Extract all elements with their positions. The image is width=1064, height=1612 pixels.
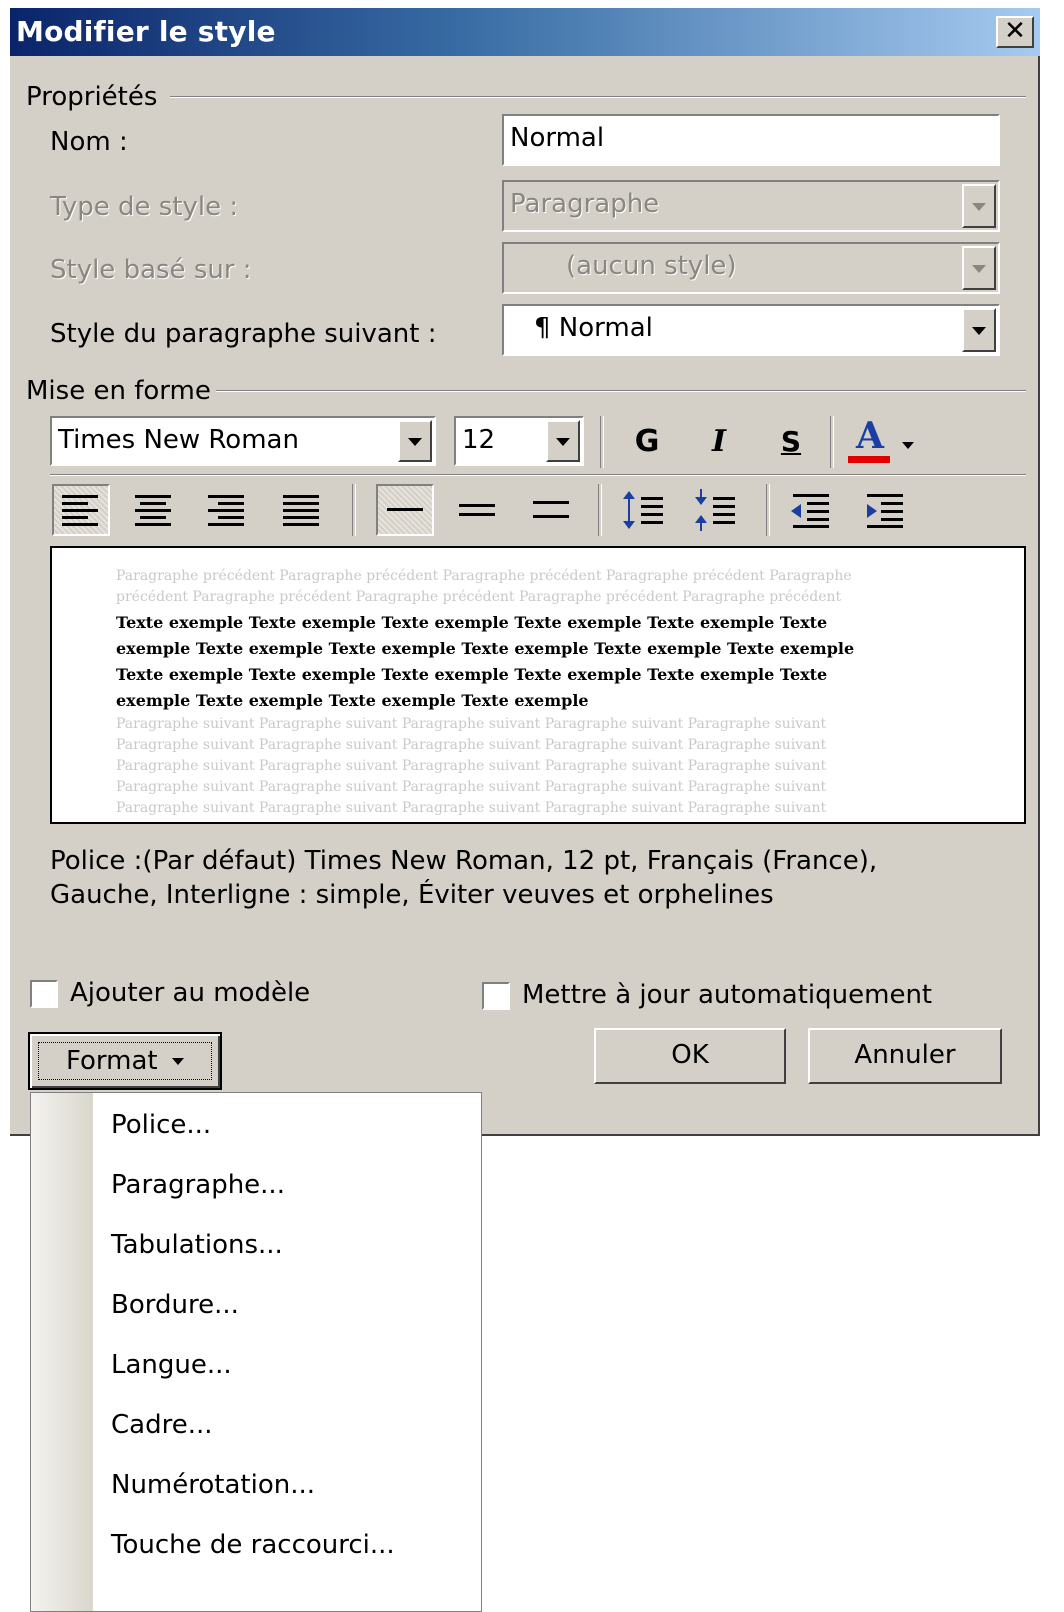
properties-divider xyxy=(170,96,1026,98)
based-on-label: Style basé sur : xyxy=(50,255,252,285)
chevron-down-icon[interactable] xyxy=(962,308,996,352)
single-spacing-button[interactable] xyxy=(376,484,434,536)
format-button-label: Format xyxy=(66,1046,158,1076)
toolbar-separator xyxy=(352,484,356,536)
font-color-icon: A xyxy=(856,415,884,457)
font-name-select[interactable]: Times New Roman xyxy=(50,416,436,466)
toolbar-divider xyxy=(50,474,1026,476)
preview-sample-text: Texte exemple Texte exemple Texte exempl… xyxy=(116,613,855,710)
menu-item-police[interactable]: Police... xyxy=(111,1107,211,1143)
preview-previous-paragraph: Paragraphe précédent Paragraphe précéden… xyxy=(116,568,852,605)
description-line-2: Gauche, Interligne : simple, Éviter veuv… xyxy=(50,880,774,910)
add-to-template-checkbox[interactable] xyxy=(30,980,58,1008)
single-spacing-icon xyxy=(387,508,423,511)
based-on-select[interactable]: (aucun style) xyxy=(502,242,1000,294)
style-type-label: Type de style : xyxy=(50,192,239,222)
style-type-select[interactable]: Paragraphe xyxy=(502,180,1000,232)
based-on-value: (aucun style) xyxy=(566,251,737,281)
justify-button[interactable] xyxy=(272,484,330,536)
chevron-down-icon[interactable] xyxy=(962,184,996,228)
menu-item-numerotation[interactable]: Numérotation... xyxy=(111,1467,315,1503)
align-left-button[interactable] xyxy=(52,484,110,536)
toolbar-separator xyxy=(600,416,604,468)
font-color-swatch xyxy=(848,456,890,463)
next-style-select[interactable]: ¶ Normal xyxy=(502,304,1000,356)
font-color-button[interactable]: A xyxy=(846,416,926,468)
next-style-label: Style du paragraphe suivant : xyxy=(50,319,437,349)
style-preview: Paragraphe précédent Paragraphe précéden… xyxy=(50,546,1026,824)
align-center-icon xyxy=(135,495,171,526)
font-size-select[interactable]: 12 xyxy=(454,416,584,466)
ok-button[interactable]: OK xyxy=(594,1028,786,1084)
decrease-spacing-before-button[interactable] xyxy=(686,484,744,536)
font-name-value: Times New Roman xyxy=(58,425,299,455)
close-button[interactable]: ✕ xyxy=(996,16,1034,48)
chevron-down-icon xyxy=(172,1058,184,1065)
toolbar-separator xyxy=(766,484,770,536)
align-center-button[interactable] xyxy=(124,484,182,536)
one-half-spacing-icon xyxy=(459,504,495,516)
name-input-value: Normal xyxy=(510,123,605,153)
menu-item-touche-raccourci[interactable]: Touche de raccourci... xyxy=(111,1527,395,1563)
menu-item-paragraphe[interactable]: Paragraphe... xyxy=(111,1167,285,1203)
bold-button[interactable]: G xyxy=(618,415,676,467)
style-type-value: Paragraphe xyxy=(510,189,660,219)
formatting-group-label: Mise en forme xyxy=(26,376,211,406)
toolbar-separator xyxy=(830,416,834,468)
chevron-down-icon[interactable] xyxy=(902,442,914,449)
chevron-down-icon[interactable] xyxy=(962,246,996,290)
name-input[interactable]: Normal xyxy=(502,114,1000,166)
name-label: Nom : xyxy=(50,127,128,157)
align-left-icon xyxy=(62,495,98,526)
description-line-1: Police :(Par défaut) Times New Roman, 12… xyxy=(50,846,878,876)
increase-spacing-before-button[interactable] xyxy=(614,484,672,536)
menu-item-bordure[interactable]: Bordure... xyxy=(111,1287,239,1323)
align-right-button[interactable] xyxy=(196,484,254,536)
dialog-title: Modifier le style xyxy=(16,15,276,48)
underline-button[interactable]: S xyxy=(762,415,820,467)
properties-group-label: Propriétés xyxy=(26,82,158,112)
menu-item-langue[interactable]: Langue... xyxy=(111,1347,232,1383)
one-half-spacing-button[interactable] xyxy=(448,484,506,536)
menu-item-tabulations[interactable]: Tabulations... xyxy=(111,1227,283,1263)
style-description: Police :(Par défaut) Times New Roman, 12… xyxy=(50,844,950,912)
modify-style-dialog: Modifier le style ✕ Propriétés Nom : Nor… xyxy=(10,8,1040,1136)
chevron-down-icon[interactable] xyxy=(546,420,580,462)
double-spacing-icon xyxy=(533,501,569,518)
toolbar-separator xyxy=(598,484,602,536)
double-spacing-button[interactable] xyxy=(522,484,580,536)
increase-indent-button[interactable] xyxy=(856,484,914,536)
cancel-button[interactable]: Annuler xyxy=(808,1028,1002,1084)
auto-update-checkbox[interactable] xyxy=(482,982,510,1010)
justify-icon xyxy=(283,495,319,526)
italic-button[interactable]: I xyxy=(690,415,748,467)
menu-item-cadre[interactable]: Cadre... xyxy=(111,1407,213,1443)
next-style-value: ¶ Normal xyxy=(534,313,653,343)
preview-following-paragraph: Paragraphe suivant Paragraphe suivant Pa… xyxy=(116,716,827,816)
menu-icon-strip xyxy=(31,1093,93,1611)
space-before-up-icon xyxy=(623,491,663,529)
title-bar[interactable]: Modifier le style ✕ xyxy=(10,8,1040,56)
chevron-down-icon[interactable] xyxy=(398,420,432,462)
space-before-down-icon xyxy=(695,489,735,531)
increase-indent-icon xyxy=(867,494,903,528)
formatting-divider xyxy=(216,390,1026,392)
format-button[interactable]: Format xyxy=(28,1032,222,1090)
format-menu: Police... Paragraphe... Tabulations... B… xyxy=(30,1092,482,1612)
auto-update-label[interactable]: Mettre à jour automatiquement xyxy=(522,978,932,1012)
decrease-indent-button[interactable] xyxy=(782,484,840,536)
add-to-template-label[interactable]: Ajouter au modèle xyxy=(70,976,310,1010)
decrease-indent-icon xyxy=(791,494,829,528)
align-right-icon xyxy=(208,495,244,526)
font-size-value: 12 xyxy=(462,425,496,455)
